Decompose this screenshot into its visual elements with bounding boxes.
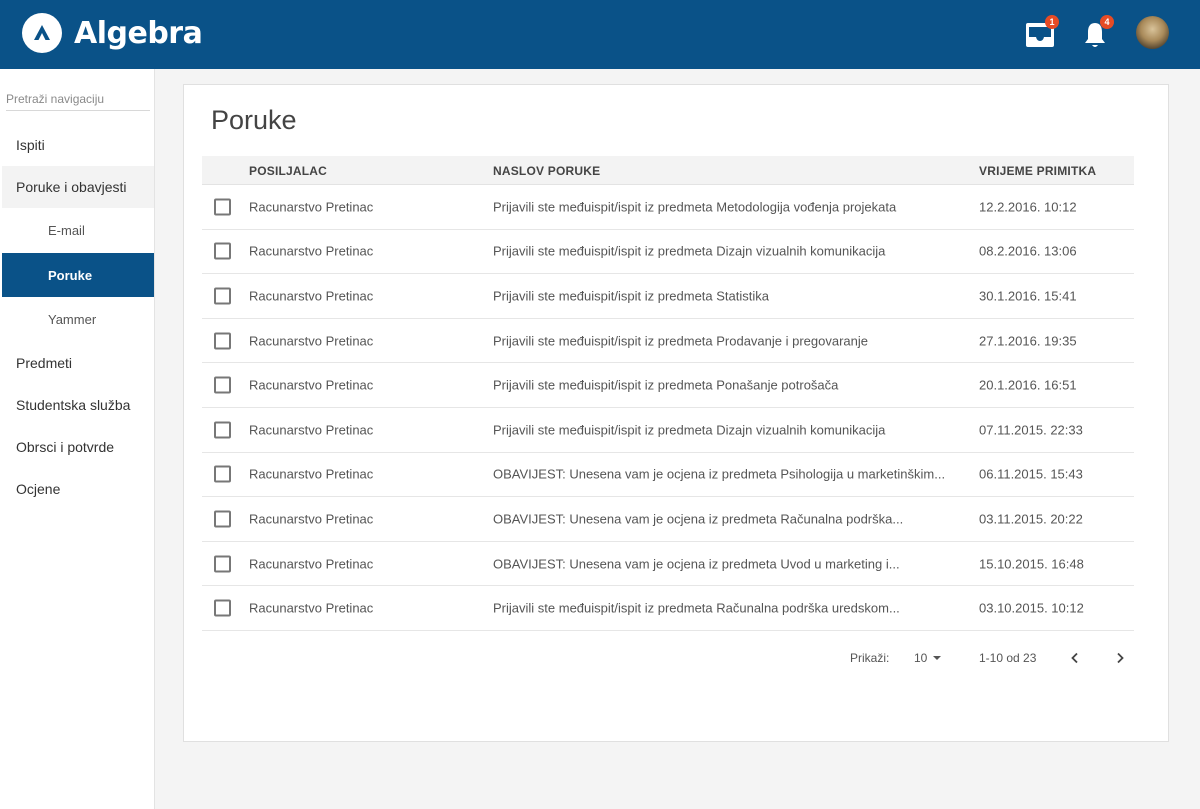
sidebar-item-label: Obrsci i potvrde [16, 439, 115, 455]
messages-table: POSILJALAC NASLOV PORUKE VRIJEME PRIMITK… [202, 156, 1134, 631]
sidebar-item-label: Poruke [48, 267, 93, 283]
row-time: 06.11.2015. 15:43 [979, 466, 1083, 482]
row-time: 20.1.2016. 16:51 [979, 377, 1077, 393]
next-page-button[interactable] [1109, 647, 1131, 669]
brand-logo[interactable]: Algebra [22, 13, 203, 53]
sidebar: Ispiti Poruke i obavjesti E-mail Poruke … [0, 69, 155, 809]
row-subject[interactable]: Prijavili ste međuispit/ispit iz predmet… [493, 333, 968, 348]
table-row[interactable]: Racunarstvo Pretinac Prijavili ste međuis… [202, 185, 1134, 230]
row-time: 08.2.2016. 13:06 [979, 243, 1077, 259]
table-row[interactable]: Racunarstvo Pretinac Prijavili ste međuis… [202, 586, 1134, 631]
page-size-label: Prikaži: [850, 651, 890, 665]
row-sender: Racunarstvo Pretinac [249, 333, 374, 349]
row-sender: Racunarstvo Pretinac [249, 243, 374, 259]
sidebar-item-label: Ispiti [16, 137, 45, 153]
chevron-left-icon [1071, 652, 1078, 664]
row-sender: Racunarstvo Pretinac [249, 288, 374, 304]
row-checkbox[interactable] [214, 332, 231, 350]
sidebar-item-label: Poruke i obavjesti [16, 179, 127, 195]
row-checkbox[interactable] [214, 465, 231, 483]
row-subject[interactable]: OBAVIJEST: Unesena vam je ocjena iz pred… [493, 511, 968, 526]
sidebar-item-obrasci-i-potvrde[interactable]: Obrsci i potvrde [2, 426, 154, 468]
sidebar-item-label: Predmeti [16, 355, 73, 371]
row-checkbox[interactable] [214, 198, 231, 216]
table-row[interactable]: Racunarstvo Pretinac Prijavili ste međuis… [202, 230, 1134, 275]
row-subject[interactable]: Prijavili ste međuispit/ispit iz predmet… [493, 601, 968, 616]
inbox-button[interactable]: 1 [1025, 15, 1059, 50]
row-time: 07.11.2015. 22:33 [979, 422, 1083, 438]
row-sender: Racunarstvo Pretinac [249, 199, 374, 215]
row-subject[interactable]: Prijavili ste međuispit/ispit iz predmet… [493, 288, 968, 303]
column-header-sender[interactable]: POSILJALAC [249, 164, 327, 178]
row-sender: Racunarstvo Pretinac [249, 466, 374, 482]
row-checkbox[interactable] [214, 510, 231, 528]
prev-page-button[interactable] [1064, 647, 1086, 669]
row-sender: Racunarstvo Pretinac [249, 377, 374, 393]
page-title: Poruke [211, 105, 297, 135]
table-row[interactable]: Racunarstvo Pretinac Prijavili ste međuis… [202, 319, 1134, 364]
page-size-select[interactable]: 10 [914, 651, 943, 665]
row-subject[interactable]: Prijavili ste međuispit/ispit iz predmet… [493, 244, 968, 259]
sidebar-item-ocjene[interactable]: Ocjene [2, 468, 154, 510]
row-checkbox[interactable] [214, 555, 231, 573]
sidebar-item-email[interactable]: E-mail [2, 208, 154, 253]
inbox-badge: 1 [1045, 15, 1059, 29]
row-checkbox[interactable] [214, 242, 231, 260]
notifications-button[interactable]: 4 [1080, 15, 1114, 50]
row-time: 15.10.2015. 16:48 [979, 556, 1084, 572]
top-bar: Algebra 1 4 [0, 0, 1200, 69]
nav-search-input[interactable] [6, 87, 150, 111]
table-row[interactable]: Racunarstvo Pretinac Prijavili ste međuis… [202, 408, 1134, 453]
row-time: 03.11.2015. 20:22 [979, 511, 1083, 527]
column-header-subject[interactable]: NASLOV PORUKE [493, 164, 600, 178]
table-row[interactable]: Racunarstvo Pretinac OBAVIJEST: Unesena v… [202, 542, 1134, 587]
row-checkbox[interactable] [214, 421, 231, 439]
page-range: 1-10 od 23 [979, 651, 1037, 665]
pagination: Prikaži: 10 1-10 od 23 [184, 647, 1170, 669]
table-body: Racunarstvo Pretinac Prijavili ste međuis… [202, 185, 1134, 631]
notifications-badge: 4 [1100, 15, 1114, 29]
table-row[interactable]: Racunarstvo Pretinac OBAVIJEST: Unesena v… [202, 453, 1134, 498]
row-time: 03.10.2015. 10:12 [979, 600, 1084, 616]
messages-card: Poruke POSILJALAC NASLOV PORUKE VRIJEME … [183, 84, 1169, 742]
sidebar-item-poruke[interactable]: Poruke [2, 253, 154, 297]
row-subject[interactable]: Prijavili ste međuispit/ispit iz predmet… [493, 199, 968, 214]
chevron-right-icon [1117, 652, 1124, 664]
row-checkbox[interactable] [214, 376, 231, 394]
row-subject[interactable]: OBAVIJEST: Unesena vam je ocjena iz pred… [493, 556, 968, 571]
page-size-value: 10 [914, 651, 928, 665]
sidebar-item-label: Ocjene [16, 481, 61, 497]
sidebar-item-label: Studentska služba [16, 397, 131, 413]
logo-icon [22, 13, 62, 53]
table-row[interactable]: Racunarstvo Pretinac Prijavili ste međuis… [202, 363, 1134, 408]
sidebar-item-label: Yammer [48, 312, 97, 327]
row-sender: Racunarstvo Pretinac [249, 556, 374, 572]
row-time: 30.1.2016. 15:41 [979, 288, 1077, 304]
row-time: 27.1.2016. 19:35 [979, 333, 1077, 349]
sidebar-item-yammer[interactable]: Yammer [2, 297, 154, 342]
table-header: POSILJALAC NASLOV PORUKE VRIJEME PRIMITK… [202, 156, 1134, 185]
sidebar-item-poruke-i-obavjesti[interactable]: Poruke i obavjesti [2, 166, 154, 208]
caret-down-icon [933, 656, 942, 660]
sidebar-item-label: E-mail [48, 223, 85, 238]
sidebar-item-predmeti[interactable]: Predmeti [2, 342, 154, 384]
row-checkbox[interactable] [214, 599, 231, 617]
table-row[interactable]: Racunarstvo Pretinac Prijavili ste međuis… [202, 274, 1134, 319]
row-sender: Racunarstvo Pretinac [249, 600, 374, 616]
table-row[interactable]: Racunarstvo Pretinac OBAVIJEST: Unesena v… [202, 497, 1134, 542]
row-sender: Racunarstvo Pretinac [249, 422, 374, 438]
user-avatar[interactable] [1136, 16, 1169, 49]
row-subject[interactable]: OBAVIJEST: Unesena vam je ocjena iz pred… [493, 467, 968, 482]
row-time: 12.2.2016. 10:12 [979, 199, 1077, 215]
row-subject[interactable]: Prijavili ste međuispit/ispit iz predmet… [493, 378, 968, 393]
row-sender: Racunarstvo Pretinac [249, 511, 374, 527]
sidebar-item-studentska-sluzba[interactable]: Studentska služba [2, 384, 154, 426]
row-subject[interactable]: Prijavili ste međuispit/ispit iz predmet… [493, 422, 968, 437]
brand-name: Algebra [74, 15, 203, 51]
sidebar-item-ispiti[interactable]: Ispiti [2, 124, 154, 166]
column-header-time[interactable]: VRIJEME PRIMITKA [979, 164, 1096, 178]
row-checkbox[interactable] [214, 287, 231, 305]
